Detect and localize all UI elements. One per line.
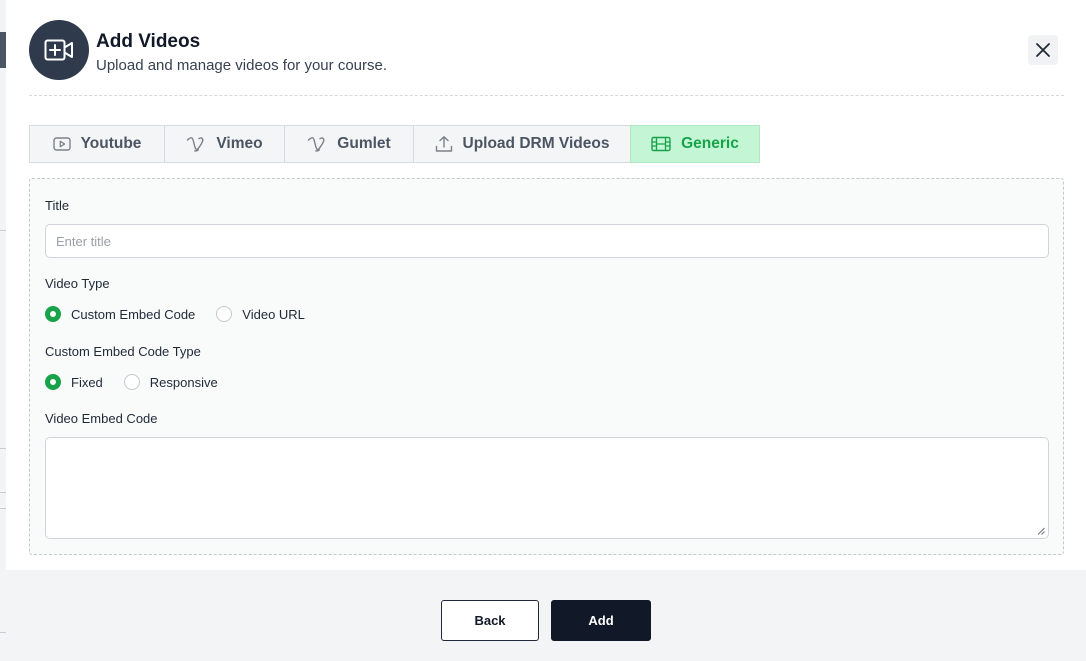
add-videos-modal: Add Videos Upload and manage videos for …: [6, 0, 1086, 661]
title-input[interactable]: [45, 224, 1049, 258]
modal-subtitle: Upload and manage videos for your course…: [96, 57, 388, 74]
radio-fixed[interactable]: Fixed: [45, 374, 103, 390]
back-button[interactable]: Back: [441, 600, 539, 641]
radio-custom-embed-code[interactable]: Custom Embed Code: [45, 306, 195, 322]
radio-label: Video URL: [242, 306, 305, 322]
tab-vimeo[interactable]: Vimeo: [164, 125, 285, 163]
tab-upload-drm-videos[interactable]: Upload DRM Videos: [413, 125, 631, 163]
radio-label: Custom Embed Code: [71, 306, 196, 322]
video-type-radio-group: Custom Embed Code Video URL: [45, 305, 326, 323]
radio-label: Fixed: [71, 374, 103, 390]
radio-unchecked-indicator: [123, 374, 140, 390]
radio-unchecked-indicator: [216, 306, 233, 322]
tab-gumlet[interactable]: Gumlet: [284, 125, 414, 163]
radio-checked-indicator: [45, 374, 61, 390]
modal-footer: Back Add: [6, 570, 1086, 661]
tab-label: Youtube: [80, 135, 142, 152]
close-icon: [1036, 43, 1050, 57]
resize-grip-icon[interactable]: [1037, 527, 1045, 535]
tab-label: Generic: [681, 135, 739, 152]
youtube-icon: [52, 137, 71, 151]
title-label: Title: [45, 198, 70, 213]
modal-header: Add Videos Upload and manage videos for …: [29, 20, 1064, 96]
embed-type-radio-group: Fixed Responsive: [45, 373, 239, 391]
upload-icon: [435, 136, 452, 152]
modal-title: Add Videos: [96, 31, 201, 52]
embed-type-label: Custom Embed Code Type: [45, 344, 201, 359]
tab-label: Gumlet: [337, 135, 391, 152]
add-button[interactable]: Add: [551, 600, 651, 641]
video-add-icon: [29, 20, 89, 80]
video-source-tabs: Youtube Vimeo Gumlet Upload DRM Videos G…: [29, 125, 760, 163]
vimeo-icon: [187, 137, 204, 152]
tab-label: Vimeo: [216, 135, 263, 152]
gumlet-icon: [308, 137, 325, 152]
video-type-label: Video Type: [45, 276, 110, 291]
radio-label: Responsive: [149, 374, 218, 390]
film-icon: [651, 136, 671, 152]
generic-video-form: Title Video Type Custom Embed Code Video…: [29, 178, 1064, 555]
embed-code-label: Video Embed Code: [45, 411, 158, 426]
radio-video-url[interactable]: Video URL: [216, 306, 305, 322]
tab-label: Upload DRM Videos: [462, 135, 610, 152]
close-button[interactable]: [1028, 35, 1058, 65]
tab-generic[interactable]: Generic: [630, 125, 760, 163]
tab-youtube[interactable]: Youtube: [29, 125, 165, 163]
radio-checked-indicator: [45, 306, 61, 322]
radio-responsive[interactable]: Responsive: [123, 374, 218, 390]
embed-code-textarea[interactable]: [45, 437, 1049, 539]
